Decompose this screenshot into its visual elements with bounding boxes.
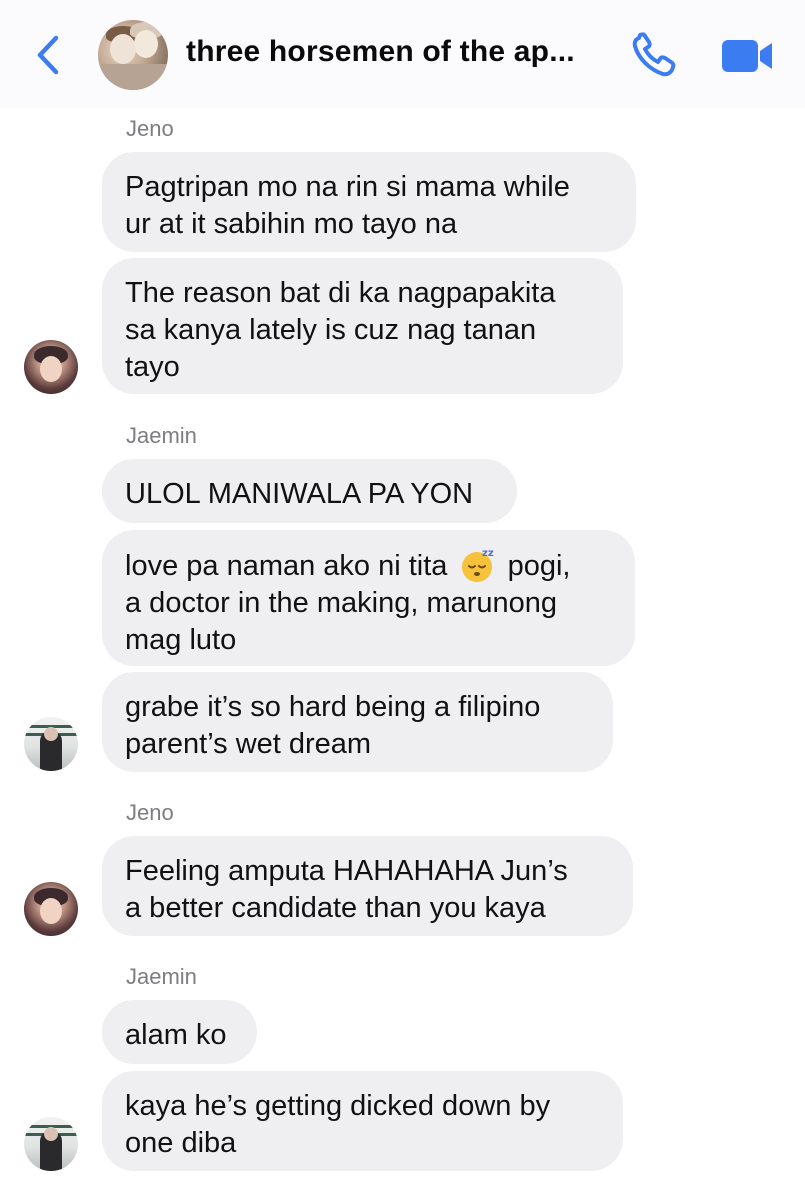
message-text: sa kanya lately is cuz nag tanan bbox=[125, 314, 537, 346]
message-text: ur at it sabihin mo tayo na bbox=[125, 208, 458, 240]
message-text: love pa naman ako ni tita bbox=[125, 550, 448, 582]
message-bubble[interactable]: The reason bat di ka nagpapakita sa kany… bbox=[102, 258, 623, 394]
message-text: Pagtripan mo na rin si mama while bbox=[125, 171, 570, 203]
message-bubble[interactable]: alam ko bbox=[102, 1000, 257, 1064]
message-text: grabe it’s so hard being a filipino bbox=[125, 691, 541, 723]
message-text: Feeling amputa HAHAHAHA Jun’s bbox=[125, 855, 568, 887]
avatar[interactable] bbox=[24, 340, 78, 394]
message-bubble[interactable]: grabe it’s so hard being a filipino pare… bbox=[102, 672, 613, 772]
phone-icon bbox=[632, 32, 676, 77]
message-bubble[interactable]: Pagtripan mo na rin si mama while ur at … bbox=[102, 152, 636, 252]
svg-text:zz: zz bbox=[482, 548, 494, 559]
video-camera-icon bbox=[722, 40, 772, 72]
audio-call-button[interactable] bbox=[630, 32, 680, 80]
avatar[interactable] bbox=[24, 1117, 78, 1171]
sender-name: Jeno bbox=[126, 116, 174, 141]
message-bubble[interactable]: ULOL MANIWALA PA YON bbox=[102, 459, 517, 523]
message-text: mag luto bbox=[125, 624, 237, 656]
avatar[interactable] bbox=[24, 717, 78, 771]
message-text: alam ko bbox=[125, 1019, 227, 1051]
chevron-left-icon bbox=[37, 35, 59, 75]
sender-name: Jaemin bbox=[126, 423, 197, 448]
message-text: a doctor in the making, marunong bbox=[125, 587, 558, 619]
message-text: The reason bat di ka nagpapakita bbox=[125, 277, 556, 309]
video-call-button[interactable] bbox=[720, 36, 776, 76]
group-avatar[interactable] bbox=[98, 20, 168, 90]
message-text: a better candidate than you kaya bbox=[125, 892, 546, 924]
back-button[interactable] bbox=[28, 30, 68, 80]
sender-name: Jeno bbox=[126, 800, 174, 825]
message-text: ULOL MANIWALA PA YON bbox=[125, 478, 474, 510]
message-bubble[interactable]: love pa naman ako ni tita zz pogi, a doc… bbox=[102, 530, 635, 666]
sender-name: Jaemin bbox=[126, 964, 197, 989]
message-text: pogi, bbox=[507, 550, 571, 582]
sleeping-face-emoji: zz bbox=[461, 548, 494, 582]
message-text: one diba bbox=[125, 1127, 237, 1159]
avatar[interactable] bbox=[24, 882, 78, 936]
message-text: kaya he’s getting dicked down by bbox=[125, 1090, 551, 1122]
message-text: parent’s wet dream bbox=[125, 728, 372, 760]
chat-header: three horsemen of the ap... bbox=[0, 0, 805, 108]
message-bubble[interactable]: Feeling amputa HAHAHAHA Jun’s a better c… bbox=[102, 836, 633, 936]
chat-title[interactable]: three horsemen of the ap... bbox=[186, 35, 606, 69]
message-bubble[interactable]: kaya he’s getting dicked down by one dib… bbox=[102, 1071, 623, 1171]
message-text: tayo bbox=[125, 351, 180, 383]
